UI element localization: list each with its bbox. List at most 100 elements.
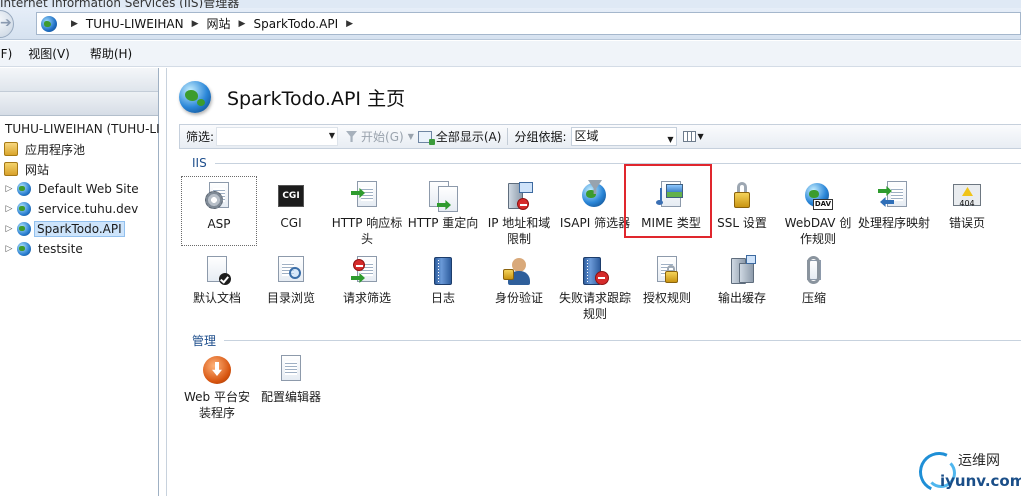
tree-item-server[interactable]: TUHU-LIWEIHAN (TUHU-LI [0, 119, 160, 139]
view-mode-button[interactable]: ▼ [682, 128, 707, 145]
feature-failed-request-tracing[interactable]: 失败请求跟踪规则 [557, 251, 633, 321]
tree-item-site[interactable]: ▷ testsite [0, 239, 158, 259]
feature-ssl-settings[interactable]: SSL 设置 [704, 176, 780, 246]
feature-label: 处理程序映射 [857, 216, 930, 230]
feature-label: CGI [280, 216, 302, 230]
group-by-select[interactable]: 区域 ▼ [570, 127, 677, 146]
feature-authentication[interactable]: 身份验证 [481, 251, 557, 321]
website-globe-icon [17, 202, 31, 216]
feature-label: 身份验证 [494, 291, 543, 305]
tree-item-label: 网站 [25, 162, 50, 177]
menu-help[interactable]: 帮助(H) [90, 45, 132, 62]
back-button[interactable]: ➔ [0, 10, 14, 38]
watermark-cn: 运维网 [958, 453, 1000, 469]
expand-arrow-icon[interactable]: ▷ [4, 244, 14, 254]
feature-label: ISAPI 筛选器 [559, 216, 631, 230]
page-header: SparkTodo.API 主页 [179, 81, 405, 113]
feature-error-pages[interactable]: 404 错误页 [929, 176, 1005, 246]
group-title-iis: IIS [192, 156, 207, 170]
window-title: Internet Information Services (IIS)管理器 [0, 0, 240, 8]
breadcrumb-sites[interactable]: 网站 [207, 15, 231, 32]
menu-file[interactable]: (F) [0, 47, 12, 61]
feature-label: ASP [207, 217, 231, 231]
directory-browsing-icon [275, 255, 307, 287]
show-all-label: 全部显示(A) [435, 130, 502, 144]
feature-directory-browsing[interactable]: 目录浏览 [253, 251, 329, 321]
feature-compression[interactable]: 压缩 [776, 251, 852, 321]
expand-arrow-icon[interactable]: ▷ [4, 204, 14, 214]
feature-configuration-editor[interactable]: 配置编辑器 [253, 350, 329, 420]
website-globe-icon [17, 182, 31, 196]
feature-label: IP 地址和域限制 [487, 216, 551, 246]
tree-item-site[interactable]: ▷ Default Web Site [0, 179, 158, 199]
asp-icon [203, 181, 235, 213]
page-title: SparkTodo.API 主页 [227, 87, 406, 110]
feature-http-response-headers[interactable]: HTTP 响应标头 [329, 176, 405, 246]
lock-icon [726, 180, 758, 212]
address-field[interactable]: ▶ TUHU-LIWEIHAN ▶ 网站 ▶ SparkTodo.API ▶ [36, 12, 1021, 35]
feature-handler-mappings[interactable]: 处理程序映射 [856, 176, 932, 246]
feature-asp[interactable]: ASP [181, 176, 257, 246]
group-by-value: 区域 [574, 129, 599, 143]
feature-label: Web 平台安装程序 [184, 390, 250, 420]
feature-label: 压缩 [801, 291, 826, 305]
watermark-logo: 运维网 iyunv.com [913, 446, 1021, 496]
tree-item-label: testsite [38, 242, 83, 256]
feature-label: SSL 设置 [717, 216, 767, 230]
feature-output-caching[interactable]: 输出缓存 [704, 251, 780, 321]
feature-default-document[interactable]: 默认文档 [179, 251, 255, 321]
tree-item-sites[interactable]: 网站 [0, 159, 158, 179]
feature-webdav-authoring-rules[interactable]: DAV WebDAV 创作规则 [780, 176, 856, 246]
expand-arrow-icon[interactable]: ▷ [4, 224, 14, 234]
feature-request-filtering[interactable]: 请求筛选 [329, 251, 405, 321]
tree-item-label: SparkTodo.API [34, 221, 125, 237]
dropdown-arrow-icon: ▼ [667, 135, 674, 144]
watermark-en: iyunv.com [940, 472, 1021, 490]
feature-isapi-filters[interactable]: ISAPI 筛选器 [557, 176, 633, 246]
breadcrumb-site[interactable]: SparkTodo.API [253, 17, 338, 31]
start-filter-button[interactable]: 开始(G) ▼ [346, 128, 414, 145]
expand-arrow-icon[interactable]: ▷ [4, 184, 14, 194]
filter-label: 筛选: [186, 130, 215, 144]
feature-cgi[interactable]: CGI CGI [253, 176, 329, 246]
mime-types-icon [655, 180, 687, 212]
connections-header [0, 92, 158, 116]
address-bar: ➔ ▶ TUHU-LIWEIHAN ▶ 网站 ▶ SparkTodo.API ▶ [0, 8, 1021, 40]
app-pool-icon [4, 142, 18, 156]
feature-label: 错误页 [948, 216, 985, 230]
breadcrumb-server[interactable]: TUHU-LIWEIHAN [86, 17, 184, 31]
feature-http-redirect[interactable]: HTTP 重定向 [405, 176, 481, 246]
website-globe-icon [17, 242, 31, 256]
tree-item-app-pools[interactable]: 应用程序池 [0, 139, 158, 159]
default-document-icon [201, 255, 233, 287]
feature-label: 日志 [430, 291, 455, 305]
authorization-rules-icon [651, 255, 683, 287]
title-bar: Internet Information Services (IIS)管理器 [0, 0, 1021, 8]
features-view: SparkTodo.API 主页 筛选: ▼ 开始(G) ▼ 全部显示(A) 分… [166, 68, 1021, 496]
feature-mime-types[interactable]: MIME 类型 [633, 176, 709, 246]
cgi-icon: CGI [275, 180, 307, 212]
iis-manager-window: Internet Information Services (IIS)管理器 ➔… [0, 0, 1021, 496]
icons-view-icon [682, 131, 696, 142]
isapi-filters-icon [579, 180, 611, 212]
tree-item-label: Default Web Site [38, 182, 139, 196]
menu-view[interactable]: 视图(V) [28, 45, 70, 62]
feature-web-platform-installer[interactable]: Web 平台安装程序 [179, 350, 255, 420]
feature-label: HTTP 响应标头 [331, 216, 403, 246]
tree-item-site-selected[interactable]: ▷ SparkTodo.API [0, 219, 158, 239]
logging-book-icon [427, 255, 459, 287]
group-header-iis[interactable]: IIS [192, 156, 1021, 170]
feature-label: HTTP 重定向 [407, 216, 479, 230]
group-header-manage[interactable]: 管理 [192, 332, 1021, 349]
feature-logging[interactable]: 日志 [405, 251, 481, 321]
start-filter-label: 开始(G) [361, 130, 404, 144]
chevron-right-icon: ▶ [191, 18, 199, 29]
tree-item-site[interactable]: ▷ service.tuhu.dev [0, 199, 158, 219]
feature-label: 默认文档 [192, 291, 241, 305]
dropdown-arrow-icon: ▼ [328, 131, 336, 140]
feature-authorization-rules[interactable]: 授权规则 [629, 251, 705, 321]
filter-input[interactable]: ▼ [216, 127, 339, 146]
feature-ip-domain-restrictions[interactable]: IP 地址和域限制 [481, 176, 557, 246]
show-all-button[interactable]: 全部显示(A) [417, 128, 502, 145]
group-divider [214, 162, 1021, 164]
